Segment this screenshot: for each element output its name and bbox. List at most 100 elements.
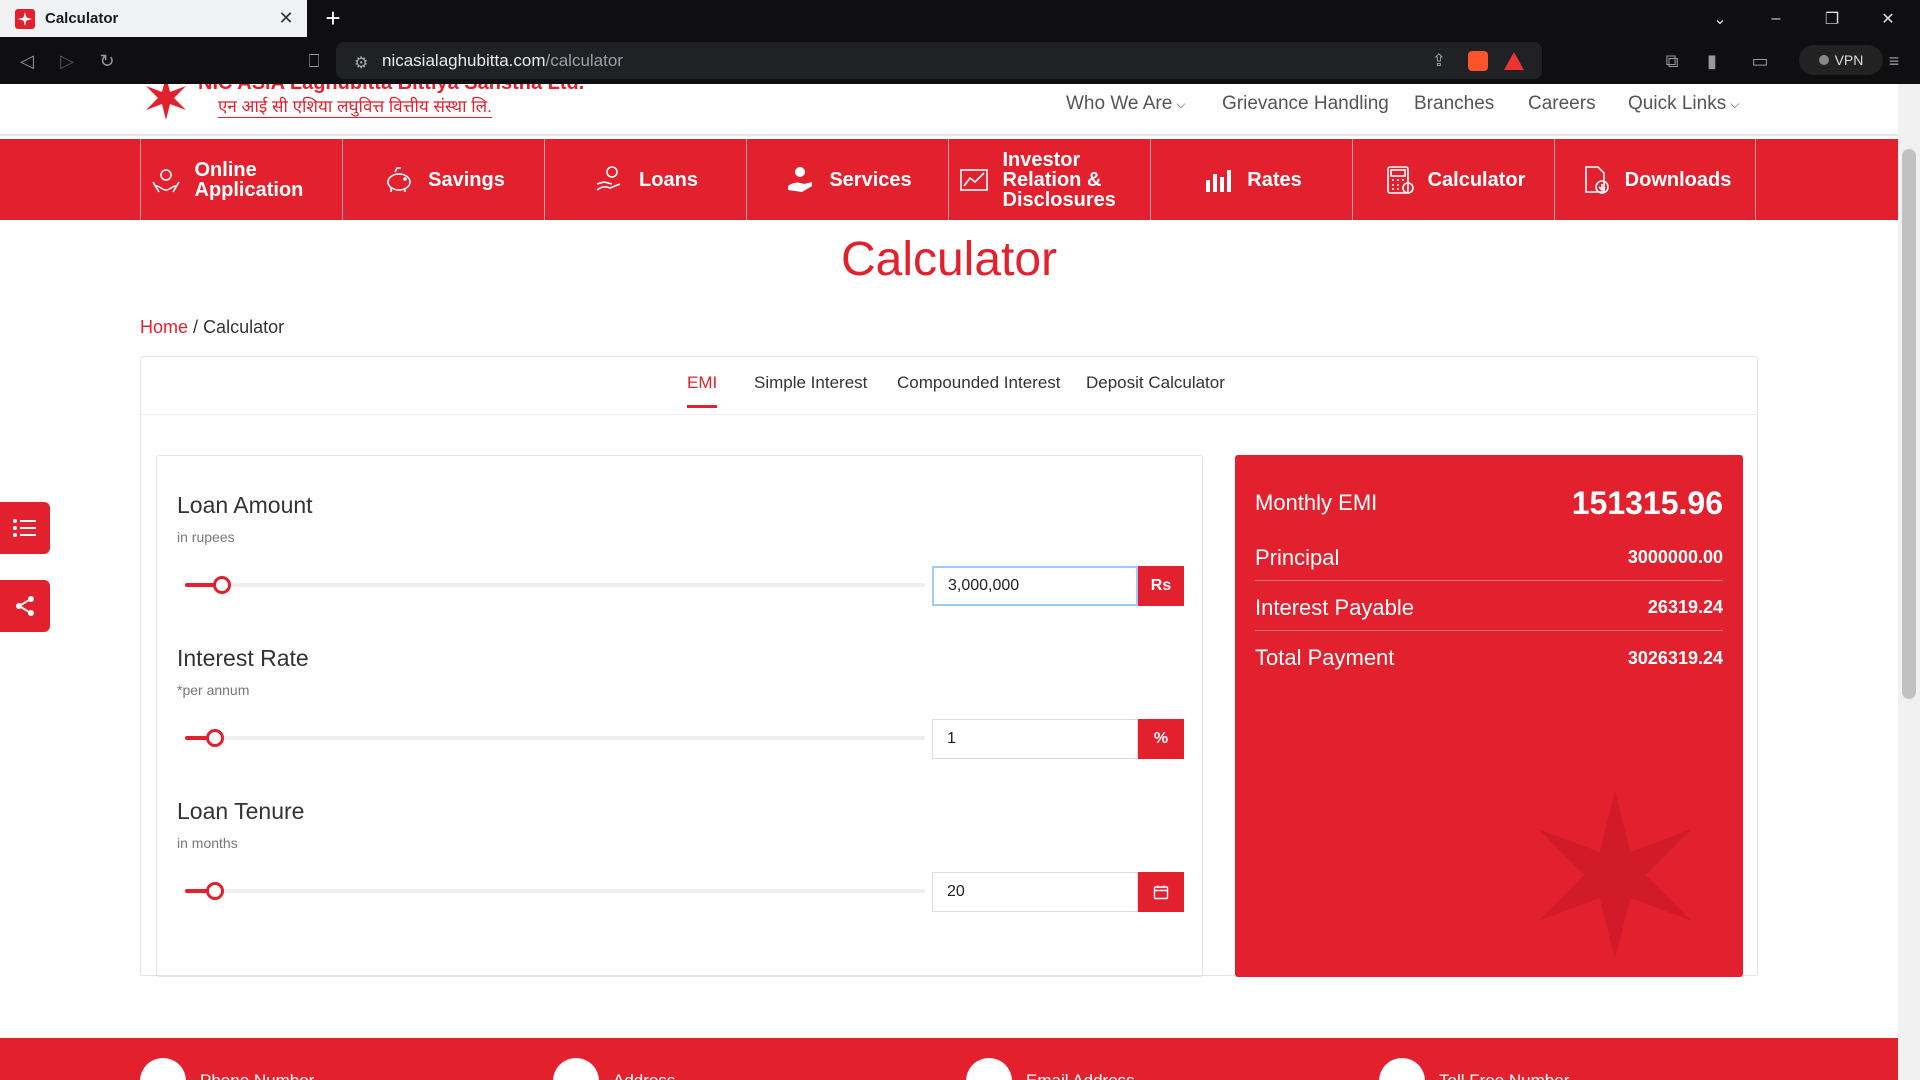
logo-nepali-text: एन आई सी एशिया लघुवित्त वित्तीय संस्था ल… bbox=[218, 94, 492, 118]
share-button[interactable] bbox=[0, 580, 50, 632]
tab-deposit-calculator[interactable]: Deposit Calculator bbox=[1086, 373, 1225, 405]
nav-branches[interactable]: Branches bbox=[1414, 84, 1494, 124]
brave-shields-icon[interactable] bbox=[1468, 50, 1488, 71]
bookmark-icon[interactable]: ⎕ bbox=[302, 49, 326, 73]
wallet-icon[interactable]: ▭ bbox=[1748, 49, 1772, 73]
nav-savings[interactable]: Savings bbox=[342, 139, 544, 220]
tab-simple-interest[interactable]: Simple Interest bbox=[754, 373, 867, 405]
tab-emi[interactable]: EMI bbox=[687, 373, 718, 408]
interest-rate-input[interactable] bbox=[932, 719, 1138, 759]
forward-icon[interactable]: ▷ bbox=[55, 49, 79, 73]
main-navigation: Online Application Savings Loans Service… bbox=[0, 139, 1898, 220]
footer-phone: Phone Number bbox=[140, 1058, 314, 1080]
loan-tenure-input-group bbox=[932, 872, 1184, 912]
calculator-icon bbox=[1382, 163, 1416, 197]
loan-amount-slider[interactable] bbox=[185, 576, 925, 594]
nav-calculator[interactable]: Calculator bbox=[1352, 139, 1554, 220]
loan-amount-subtitle: in rupees bbox=[177, 529, 235, 545]
nav-loans[interactable]: Loans bbox=[544, 139, 746, 220]
list-menu-button[interactable] bbox=[0, 502, 50, 554]
interest-payable-row: Interest Payable 26319.24 bbox=[1255, 585, 1723, 631]
calendar-icon bbox=[1138, 872, 1184, 912]
principal-row: Principal 3000000.00 bbox=[1255, 535, 1723, 581]
nav-who-we-are[interactable]: Who We Are ⌵ bbox=[1066, 84, 1185, 124]
share-icon[interactable]: ⇪ bbox=[1432, 51, 1446, 71]
new-tab-button[interactable]: + bbox=[318, 4, 348, 32]
list-icon bbox=[13, 519, 36, 537]
logo-watermark-icon bbox=[1538, 790, 1692, 960]
percent-addon: % bbox=[1138, 719, 1184, 759]
tab-title: Calculator bbox=[45, 10, 119, 27]
url-text: nicasialaghubitta.com/calculator bbox=[382, 50, 623, 70]
nav-quick-links[interactable]: Quick Links ⌵ bbox=[1628, 84, 1739, 124]
hands-heart-icon bbox=[149, 163, 183, 197]
vpn-button[interactable]: VPN bbox=[1799, 45, 1883, 75]
currency-addon: Rs bbox=[1138, 566, 1184, 606]
address-bar[interactable]: ⚙ nicasialaghubitta.com/calculator ⇪ bbox=[336, 42, 1542, 79]
nav-careers[interactable]: Careers bbox=[1528, 84, 1596, 124]
vpn-status-icon bbox=[1818, 55, 1829, 65]
reload-icon[interactable]: ↻ bbox=[95, 49, 119, 73]
nav-services[interactable]: Services bbox=[746, 139, 948, 220]
share-icon bbox=[16, 596, 34, 616]
email-icon bbox=[966, 1058, 1012, 1080]
site-logo[interactable]: NIC ASIA Laghubitta Bittiya Sanstha Ltd.… bbox=[140, 84, 584, 126]
bar-chart-icon bbox=[1201, 163, 1235, 197]
piggy-bank-icon bbox=[382, 163, 416, 197]
hand-service-icon bbox=[783, 163, 817, 197]
tab-search-chevron-icon[interactable]: ⌄ bbox=[1692, 0, 1748, 37]
tollfree-icon bbox=[1379, 1058, 1425, 1080]
nav-grievance-handling[interactable]: Grievance Handling bbox=[1222, 84, 1389, 124]
minimize-icon[interactable]: – bbox=[1748, 0, 1804, 37]
contact-footer: Phone Number Address Email Address Toll … bbox=[0, 1038, 1898, 1080]
loan-amount-input[interactable] bbox=[932, 566, 1138, 606]
scrollbar-thumb[interactable] bbox=[1902, 149, 1916, 699]
monthly-emi-value: 151315.96 bbox=[1571, 484, 1723, 521]
interest-rate-slider[interactable] bbox=[185, 729, 925, 747]
restore-icon[interactable]: ❐ bbox=[1804, 0, 1860, 37]
site-settings-icon[interactable]: ⚙ bbox=[354, 53, 370, 72]
close-tab-icon[interactable]: ✕ bbox=[275, 8, 297, 29]
principal-label: Principal bbox=[1255, 544, 1340, 570]
footer-tollfree: Toll Free Number bbox=[1379, 1058, 1569, 1080]
slider-handle[interactable] bbox=[206, 882, 224, 900]
nav-downloads[interactable]: Downloads bbox=[1554, 139, 1756, 220]
loan-tenure-input[interactable] bbox=[932, 872, 1138, 912]
monthly-emi-label: Monthly EMI bbox=[1255, 490, 1378, 515]
browser-tab[interactable]: Calculator ✕ bbox=[0, 0, 307, 37]
brave-rewards-icon[interactable] bbox=[1504, 51, 1524, 70]
nav-rates[interactable]: Rates bbox=[1150, 139, 1352, 220]
interest-rate-subtitle: *per annum bbox=[177, 682, 250, 698]
nav-investor-relation[interactable]: Investor Relation & Disclosures bbox=[948, 139, 1150, 220]
chevron-down-icon: ⌵ bbox=[1176, 96, 1186, 111]
phone-icon bbox=[140, 1058, 186, 1080]
nav-online-application[interactable]: Online Application bbox=[140, 139, 342, 220]
loan-tenure-title: Loan Tenure bbox=[177, 798, 305, 824]
menu-icon[interactable]: ≡ bbox=[1882, 49, 1906, 73]
page-scrollbar[interactable] bbox=[1898, 84, 1920, 1080]
hand-coin-icon bbox=[593, 163, 627, 197]
loan-amount-input-group: Rs bbox=[932, 566, 1184, 606]
interest-rate-title: Interest Rate bbox=[177, 645, 309, 671]
emi-result-panel: Monthly EMI 151315.96 Principal 3000000.… bbox=[1235, 455, 1743, 977]
slider-handle[interactable] bbox=[206, 729, 224, 747]
loan-amount-title: Loan Amount bbox=[177, 492, 313, 518]
breadcrumb-home[interactable]: Home bbox=[140, 317, 188, 337]
footer-email: Email Address bbox=[966, 1058, 1135, 1080]
breadcrumb-separator: / bbox=[193, 317, 199, 337]
slider-handle[interactable] bbox=[213, 576, 231, 594]
back-icon[interactable]: ◁ bbox=[15, 49, 39, 73]
web-page: NIC ASIA Laghubitta Bittiya Sanstha Ltd.… bbox=[0, 84, 1898, 1080]
loan-tenure-slider[interactable] bbox=[185, 882, 925, 900]
total-payment-value: 3026319.24 bbox=[1627, 647, 1723, 668]
interest-payable-value: 26319.24 bbox=[1647, 597, 1723, 617]
logo-star-icon bbox=[146, 84, 186, 120]
vpn-label: VPN bbox=[1834, 52, 1864, 68]
location-icon bbox=[553, 1058, 599, 1080]
sidebar-icon[interactable]: ▮ bbox=[1700, 49, 1724, 73]
calculator-card: EMI Simple Interest Compounded Interest … bbox=[140, 356, 1758, 977]
extensions-icon[interactable]: ⧉ bbox=[1660, 49, 1684, 73]
close-window-icon[interactable]: ✕ bbox=[1860, 0, 1916, 37]
browser-toolbar: ◁ ▷ ↻ ⎕ ⚙ nicasialaghubitta.com/calculat… bbox=[0, 37, 1920, 84]
tab-compounded-interest[interactable]: Compounded Interest bbox=[897, 373, 1061, 405]
